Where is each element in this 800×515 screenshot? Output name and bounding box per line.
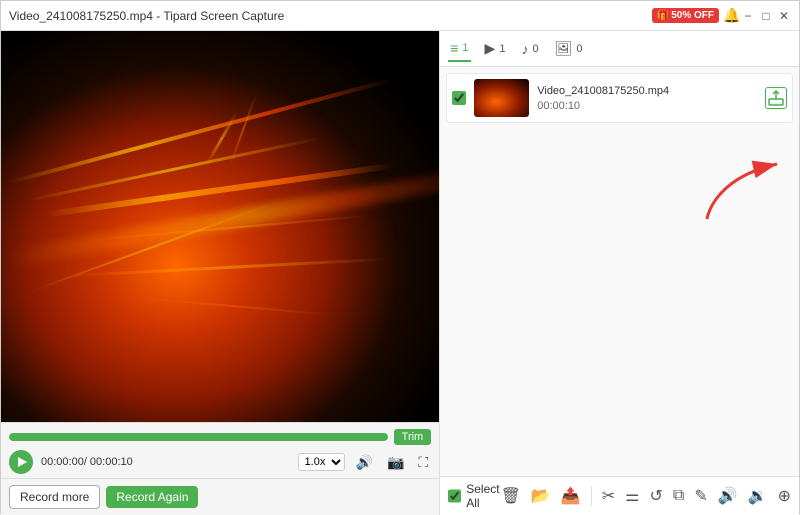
adjust-button[interactable]: ⚌ [625,486,639,506]
video-count: 1 [462,42,468,54]
app-title: Video_241008175250.mp4 - Tipard Screen C… [9,9,284,23]
edit-button[interactable]: ✎ [694,486,707,506]
tab-video[interactable]: ≡ 1 [448,36,470,62]
file-info: Video_241008175250.mp4 00:00:10 [537,85,757,112]
controls-bar: Trim 00:00:00/ 00:00:10 0.5x 1.0x 1.5x 2… [1,422,439,478]
right-tabs: ≡ 1 ▶ 1 ♪ 0 🖼 0 [440,31,799,67]
share-button[interactable]: 📤 [561,486,581,506]
right-bottom-toolbar: Select All 🗑 📂 📤 ✂ ⚌ ↺ ⧉ ✎ 🔊 🔉 ⊕ [440,476,799,515]
audio-button[interactable]: 🔊 [718,486,738,506]
play-tab-icon: ▶ [485,40,496,57]
image-count: 0 [576,43,582,55]
record-more-button[interactable]: Record more [9,485,100,509]
main-layout: Trim 00:00:00/ 00:00:10 0.5x 1.0x 1.5x 2… [1,31,799,515]
title-bar: Video_241008175250.mp4 - Tipard Screen C… [1,1,799,31]
list-icon: ≡ [450,40,458,56]
more-button[interactable]: ⊕ [778,486,791,506]
play-count: 1 [499,43,505,55]
tab-image[interactable]: 🖼 0 [553,36,585,61]
right-panel: ≡ 1 ▶ 1 ♪ 0 🖼 0 [439,31,799,515]
file-name: Video_241008175250.mp4 [537,85,757,97]
rotate-button[interactable]: ↺ [650,486,663,506]
progress-bar-row: Trim [9,429,431,445]
select-all-area: Select All [448,482,500,510]
copy-button[interactable]: ⧉ [673,487,684,505]
progress-track[interactable] [9,433,388,441]
video-area [1,31,439,422]
select-all-label: Select All [466,482,500,510]
delete-button[interactable]: 🗑 [501,486,521,506]
red-arrow-annotation [702,149,792,229]
record-again-button[interactable]: Record Again [106,486,198,508]
maximize-button[interactable]: □ [759,9,773,23]
scissors-button[interactable]: ✂ [602,486,615,506]
music-icon: ♪ [521,41,528,57]
select-all-checkbox[interactable] [448,489,461,503]
volume-icon[interactable]: 🔊 [353,453,376,472]
trim-button[interactable]: Trim [394,429,432,445]
play-button[interactable] [9,450,33,474]
music-count: 0 [532,43,538,55]
export-button[interactable] [765,87,787,109]
camera-icon[interactable]: 📷 [384,453,407,472]
bottom-bar: Record more Record Again [1,478,439,515]
tab-play[interactable]: ▶ 1 [483,36,508,61]
action-icons: 🗑 📂 📤 ✂ ⚌ ↺ ⧉ ✎ 🔊 🔉 ⊕ [501,486,791,506]
video-background [1,31,439,422]
fullscreen-icon[interactable]: ⛶ [415,453,431,472]
close-button[interactable]: ✕ [777,9,791,23]
minimize-button[interactable]: − [741,9,755,23]
image-icon: 🖼 [555,40,573,57]
speed-selector[interactable]: 0.5x 1.0x 1.5x 2.0x [298,453,345,471]
time-display: 00:00:00/ 00:00:10 [41,456,133,468]
playback-row: 00:00:00/ 00:00:10 0.5x 1.0x 1.5x 2.0x 🔊… [9,450,431,474]
play-icon [18,457,27,467]
export-icon [768,90,784,106]
thumbnail-background [474,79,529,117]
progress-handle [11,433,21,441]
file-list: Video_241008175250.mp4 00:00:10 [440,67,799,476]
volume-down-button[interactable]: 🔉 [748,486,768,506]
promo-badge[interactable]: 🎁 50% OFF [652,8,719,23]
tab-music[interactable]: ♪ 0 [519,37,540,61]
title-bar-controls: 🎁 50% OFF 🔔 − □ ✕ [652,7,791,24]
left-panel: Trim 00:00:00/ 00:00:10 0.5x 1.0x 1.5x 2… [1,31,439,515]
progress-fill [9,433,388,441]
file-item: Video_241008175250.mp4 00:00:10 [446,73,793,123]
file-thumbnail [474,79,529,117]
title-bar-left: Video_241008175250.mp4 - Tipard Screen C… [9,9,284,23]
folder-button[interactable]: 📂 [531,486,551,506]
file-checkbox[interactable] [452,91,466,105]
file-duration: 00:00:10 [537,100,757,112]
